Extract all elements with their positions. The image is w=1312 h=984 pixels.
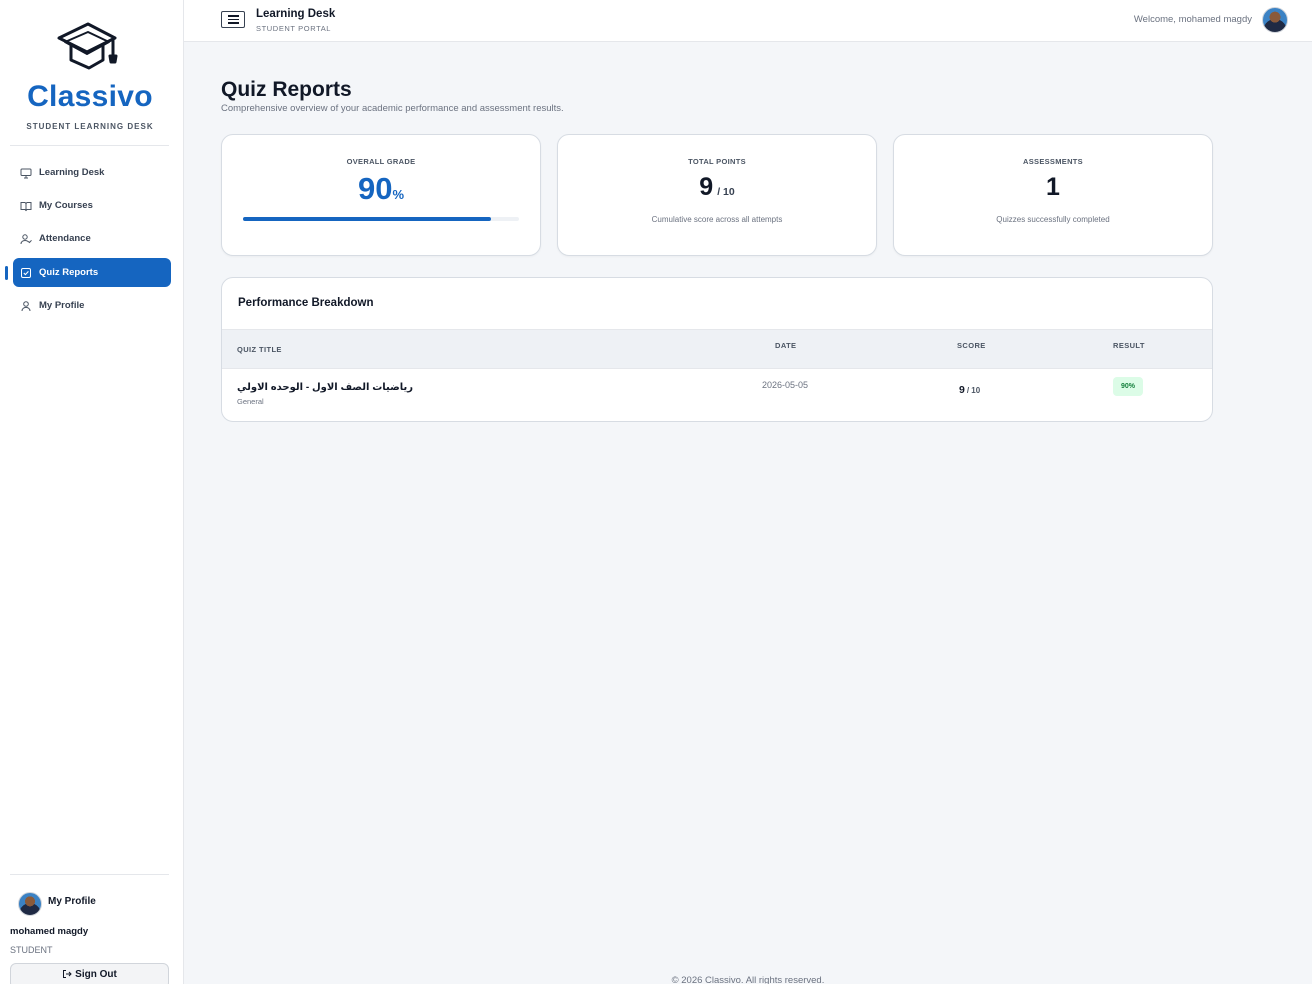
avatar[interactable] bbox=[18, 892, 42, 916]
sidebar-item-label: Learning Desk bbox=[39, 167, 105, 178]
user-check-icon bbox=[20, 233, 32, 245]
profile-name: mohamed magdy bbox=[10, 926, 89, 937]
performance-breakdown-table: Performance Breakdown QUIZ TITLE DATE SC… bbox=[221, 277, 1213, 422]
quiz-category: General bbox=[237, 397, 264, 406]
quiz-score: 9/ 10 bbox=[959, 384, 981, 396]
menu-toggle-button[interactable] bbox=[221, 11, 245, 28]
sidebar-item-learning-desk[interactable]: Learning Desk bbox=[13, 158, 171, 187]
card-label: OVERALL GRADE bbox=[346, 157, 416, 166]
checkbox-icon bbox=[20, 267, 32, 279]
brand-name: Classivo bbox=[27, 80, 153, 113]
table-header: QUIZ TITLE DATE SCORE RESULT bbox=[222, 329, 1212, 369]
card-label: ASSESSMENTS bbox=[1023, 157, 1083, 166]
card-note: Quizzes successfully completed bbox=[996, 215, 1110, 224]
table-row[interactable]: رياضيات الصف الاول - الوحده الاولي Gener… bbox=[222, 369, 1212, 421]
topbar-title: Learning Desk bbox=[256, 8, 336, 20]
topbar: Learning Desk STUDENT PORTAL Welcome, mo… bbox=[184, 0, 1312, 42]
total-points-value: 9/ 10 bbox=[699, 173, 735, 201]
sidebar-item-label: Attendance bbox=[39, 233, 91, 244]
welcome-text: Welcome, mohamed magdy bbox=[1133, 14, 1252, 25]
profile-role: STUDENT bbox=[10, 945, 53, 955]
column-header-result: RESULT bbox=[1113, 341, 1145, 350]
column-header-score: SCORE bbox=[957, 341, 986, 350]
quiz-date: 2026-05-05 bbox=[762, 380, 809, 390]
sidebar-divider bbox=[10, 874, 169, 875]
assessments-value: 1 bbox=[1046, 173, 1060, 201]
sidebar-divider bbox=[10, 145, 169, 146]
hamburger-icon bbox=[227, 15, 239, 17]
topbar-subtitle: STUDENT PORTAL bbox=[256, 24, 332, 33]
brand-tagline: STUDENT LEARNING DESK bbox=[26, 122, 154, 131]
sign-out-label: Sign Out bbox=[75, 968, 117, 980]
monitor-icon bbox=[20, 167, 32, 179]
sidebar-item-label: Quiz Reports bbox=[39, 267, 99, 278]
graduation-cap-logo bbox=[57, 22, 118, 70]
card-label: TOTAL POINTS bbox=[688, 157, 746, 166]
page-subtitle: Comprehensive overview of your academic … bbox=[221, 103, 564, 114]
sidebar-item-my-courses[interactable]: My Courses bbox=[13, 191, 171, 220]
column-header-date: DATE bbox=[775, 341, 797, 350]
sidebar-item-my-profile[interactable]: My Profile bbox=[13, 291, 171, 320]
profile-title[interactable]: My Profile bbox=[48, 896, 96, 907]
grade-progress-bar bbox=[243, 217, 519, 221]
assessments-card: ASSESSMENTS 1 Quizzes successfully compl… bbox=[893, 134, 1213, 256]
sign-out-icon bbox=[62, 969, 72, 979]
sidebar-item-label: My Profile bbox=[39, 300, 85, 311]
card-note: Cumulative score across all attempts bbox=[651, 215, 783, 224]
sidebar: Classivo STUDENT LEARNING DESK Learning … bbox=[0, 0, 184, 984]
user-avatar[interactable] bbox=[1262, 7, 1288, 33]
sidebar-item-attendance[interactable]: Attendance bbox=[13, 224, 171, 253]
footer-copyright: © 2026 Classivo. All rights reserved. bbox=[671, 975, 825, 984]
user-icon bbox=[20, 300, 32, 312]
sidebar-item-quiz-reports[interactable]: Quiz Reports bbox=[13, 258, 171, 287]
quiz-title: رياضيات الصف الاول - الوحده الاولي bbox=[237, 382, 414, 393]
grade-progress-fill bbox=[243, 217, 492, 221]
column-header-quiz-title: QUIZ TITLE bbox=[237, 345, 282, 354]
page-title: Quiz Reports bbox=[221, 78, 352, 101]
sidebar-item-label: My Courses bbox=[39, 200, 93, 211]
book-icon bbox=[20, 200, 32, 212]
sign-out-button[interactable]: Sign Out bbox=[10, 963, 169, 984]
active-indicator bbox=[5, 266, 8, 280]
result-badge: 90% bbox=[1113, 377, 1144, 396]
overall-grade-value: 90% bbox=[357, 171, 405, 206]
total-points-card: TOTAL POINTS 9/ 10 Cumulative score acro… bbox=[557, 134, 877, 256]
overall-grade-card: OVERALL GRADE 90% bbox=[221, 134, 541, 256]
table-title: Performance Breakdown bbox=[238, 297, 374, 309]
